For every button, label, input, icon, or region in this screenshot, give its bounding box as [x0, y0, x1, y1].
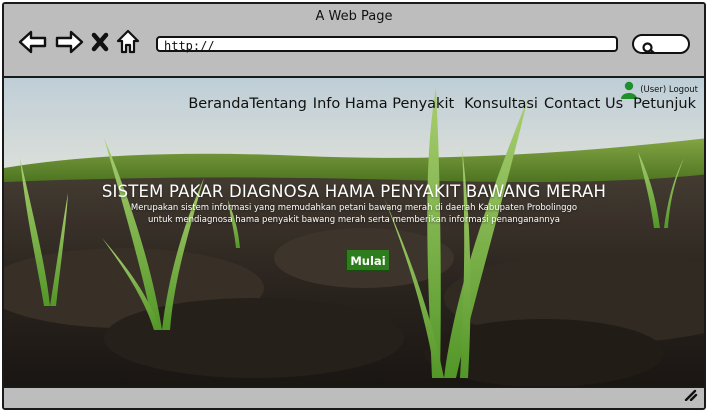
browser-nav-buttons: [18, 26, 140, 58]
hero-background-image: [4, 78, 704, 388]
nav-item-contact-us[interactable]: Contact Us: [544, 96, 623, 112]
hero-subtitle-line-1: Merupakan sistem informasi yang memudahk…: [130, 203, 578, 213]
close-icon[interactable]: [90, 31, 110, 53]
browser-titlebar: A Web Page http://: [4, 4, 704, 78]
browser-search-field[interactable]: [632, 34, 690, 55]
hero-subtitle: Merupakan sistem informasi yang memudahk…: [4, 202, 704, 226]
browser-statusbar: [4, 386, 704, 408]
main-nav: Beranda Tentang Info Hama Penyakit Konsu…: [188, 96, 696, 112]
window-title: A Web Page: [315, 9, 393, 24]
nav-item-beranda[interactable]: Beranda: [188, 96, 249, 112]
url-input[interactable]: http://: [156, 36, 618, 53]
nav-item-info-hama-penyakit[interactable]: Info Hama Penyakit: [313, 96, 454, 112]
arrow-right-icon[interactable]: [54, 29, 84, 55]
home-icon[interactable]: [116, 29, 140, 55]
nav-item-petunjuk[interactable]: Petunjuk: [633, 96, 696, 112]
browser-window: A Web Page http:// (User) Logout Beranda…: [2, 2, 706, 410]
search-icon: [642, 39, 656, 58]
arrow-left-icon[interactable]: [18, 29, 48, 55]
hero-subtitle-line-2: untuk mendiagnosa hama penyakit bawang m…: [147, 215, 561, 225]
start-button[interactable]: Mulai: [346, 249, 390, 271]
resize-grip-icon[interactable]: [682, 386, 698, 405]
logout-link[interactable]: (User) Logout: [640, 85, 698, 95]
hero-title: SISTEM PAKAR DIAGNOSA HAMA PENYAKIT BAWA…: [101, 182, 607, 201]
hero-section: (User) Logout Beranda Tentang Info Hama …: [4, 78, 704, 388]
nav-item-tentang[interactable]: Tentang: [249, 96, 306, 112]
nav-item-konsultasi[interactable]: Konsultasi: [464, 96, 538, 112]
